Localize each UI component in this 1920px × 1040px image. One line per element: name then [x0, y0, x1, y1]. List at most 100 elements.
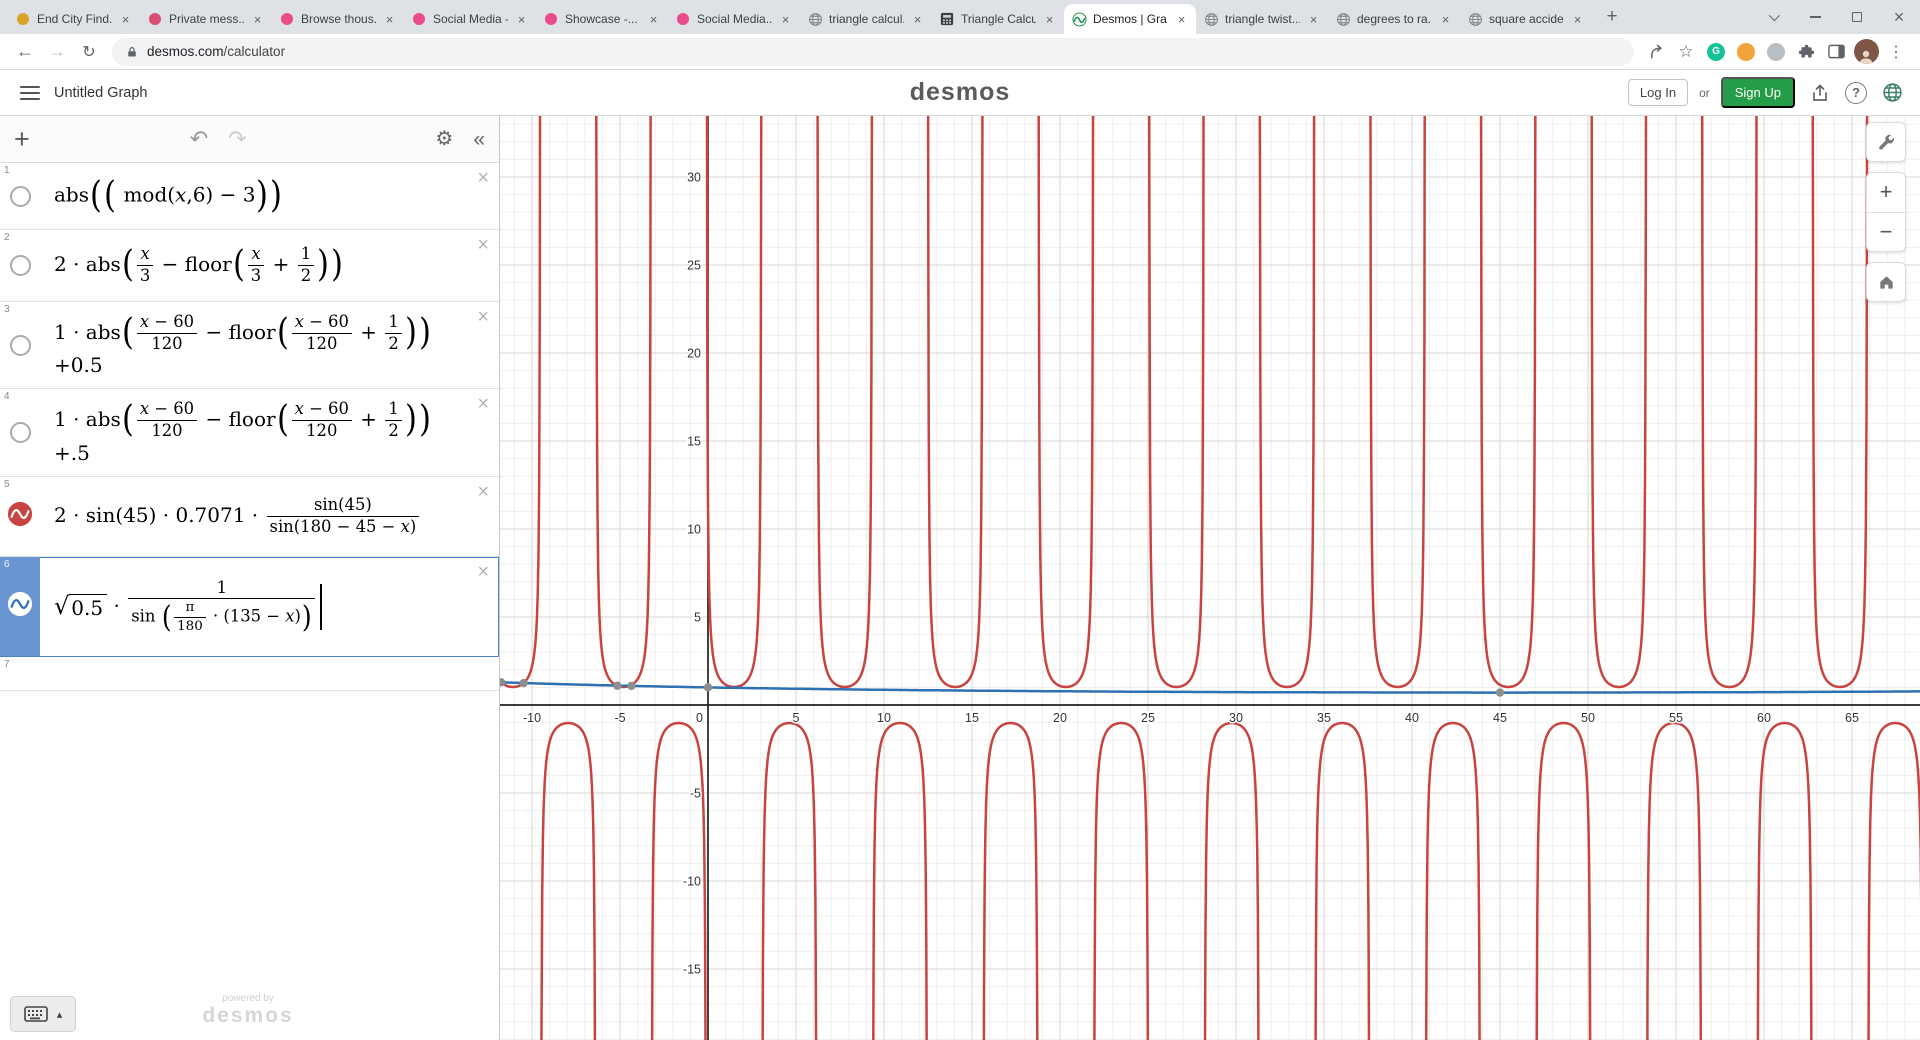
tab-close-icon[interactable] — [910, 12, 925, 27]
tab-close-icon[interactable] — [1174, 12, 1189, 27]
delete-expression-icon[interactable] — [477, 394, 489, 414]
browser-tab[interactable]: square accide... — [1460, 4, 1592, 34]
graph-style-icon[interactable] — [7, 591, 33, 622]
delete-expression-icon[interactable] — [477, 307, 489, 327]
tab-close-icon[interactable] — [514, 12, 529, 27]
expression-row[interactable]: 7 — [0, 657, 499, 691]
undo-icon[interactable] — [190, 128, 208, 150]
close-button[interactable] — [1878, 0, 1920, 34]
browser-tab[interactable]: Private mess... — [140, 4, 272, 34]
browser-tab[interactable]: Showcase -... — [536, 4, 668, 34]
delete-expression-icon[interactable] — [477, 482, 489, 502]
expression-gutter[interactable]: 6 — [0, 557, 40, 656]
hidden-graph-circle-icon[interactable] — [10, 255, 31, 276]
hidden-graph-circle-icon[interactable] — [10, 422, 31, 443]
browser-tab[interactable]: triangle calcul... — [800, 4, 932, 34]
tab-close-icon[interactable] — [382, 12, 397, 27]
tab-close-icon[interactable] — [1042, 12, 1057, 27]
graph-settings-wrench-icon[interactable] — [1866, 122, 1906, 162]
language-globe-icon[interactable] — [1878, 79, 1906, 107]
back-button[interactable] — [10, 37, 40, 67]
expression-gutter[interactable]: 2 — [0, 230, 40, 301]
help-icon[interactable] — [1845, 82, 1867, 104]
graph-canvas[interactable]: -10-505101520253035404550556065302520151… — [500, 116, 1920, 1040]
delete-expression-icon[interactable] — [477, 562, 489, 582]
tab-close-icon[interactable] — [1570, 12, 1585, 27]
forward-button[interactable] — [42, 37, 72, 67]
expression-body[interactable]: 2 · abs(x3 − floor(x3 + 12)) — [40, 230, 499, 301]
tab-close-icon[interactable] — [778, 12, 793, 27]
reload-button[interactable] — [74, 37, 104, 67]
redo-icon[interactable] — [228, 128, 246, 150]
expression-gutter[interactable]: 7 — [0, 657, 40, 690]
zoom-out-button[interactable] — [1867, 212, 1905, 251]
share-icon[interactable] — [1642, 38, 1670, 66]
expression-body[interactable]: √0.5 · 1sin (π180 · (135 − x)) — [40, 557, 499, 656]
lock-icon — [126, 45, 138, 59]
graph-style-icon[interactable] — [7, 501, 33, 532]
browser-tab[interactable]: Desmos | Gra... — [1064, 4, 1196, 34]
gray-extension-icon[interactable] — [1762, 38, 1790, 66]
hidden-graph-circle-icon[interactable] — [10, 335, 31, 356]
expression-body[interactable]: 1 · abs(x − 60120 − floor(x − 60120 + 12… — [40, 389, 499, 476]
address-bar[interactable]: desmos.com/calculator — [112, 38, 1634, 66]
add-expression-button[interactable] — [14, 126, 30, 153]
expression-body[interactable] — [40, 657, 499, 690]
expression-gutter[interactable]: 4 — [0, 389, 40, 476]
login-button[interactable]: Log In — [1628, 79, 1688, 106]
keyboard-toggle-button[interactable] — [10, 996, 76, 1032]
browser-tab[interactable]: triangle twist... — [1196, 4, 1328, 34]
graph-settings-gear-icon[interactable] — [435, 129, 453, 149]
main-menu-icon[interactable] — [20, 86, 40, 100]
browser-menu-icon[interactable] — [1882, 38, 1910, 66]
default-view-home-button[interactable] — [1866, 262, 1906, 302]
expression-row[interactable]: 52 · sin(45) · 0.7071 · sin(45)sin(180 −… — [0, 477, 499, 557]
browser-tab[interactable]: degrees to ra... — [1328, 4, 1460, 34]
tab-close-icon[interactable] — [250, 12, 265, 27]
hidden-graph-circle-icon[interactable] — [10, 186, 31, 207]
tab-close-icon[interactable] — [1438, 12, 1453, 27]
tab-close-icon[interactable] — [646, 12, 661, 27]
expression-body[interactable]: 2 · sin(45) · 0.7071 · sin(45)sin(180 − … — [40, 477, 499, 556]
zoom-in-button[interactable] — [1867, 173, 1905, 212]
browser-tab[interactable]: Browse thous... — [272, 4, 404, 34]
tab-close-icon[interactable] — [1306, 12, 1321, 27]
browser-tab[interactable]: Triangle Calcu... — [932, 4, 1064, 34]
orange-extension-icon[interactable] — [1732, 38, 1760, 66]
expression-row[interactable]: 41 · abs(x − 60120 − floor(x − 60120 + 1… — [0, 389, 499, 477]
tab-favicon-icon — [411, 11, 427, 27]
maximize-button[interactable] — [1836, 0, 1878, 34]
browser-tab[interactable]: End City Find... — [8, 4, 140, 34]
expression-gutter[interactable]: 1 — [0, 163, 40, 229]
expression-row[interactable]: 22 · abs(x3 − floor(x3 + 12)) — [0, 230, 499, 302]
expression-gutter[interactable]: 5 — [0, 477, 40, 556]
tab-title: square accide... — [1489, 12, 1564, 26]
graph-paper[interactable]: -10-505101520253035404550556065302520151… — [500, 116, 1920, 1040]
new-tab-button[interactable] — [1598, 3, 1626, 31]
expression-row[interactable]: 1abs(( mod(x,6) − 3)) — [0, 163, 499, 230]
tab-search-caret-icon[interactable] — [1752, 0, 1794, 34]
signup-button[interactable]: Sign Up — [1721, 77, 1795, 108]
grammarly-extension-icon[interactable]: G — [1702, 38, 1730, 66]
export-share-icon[interactable] — [1806, 79, 1834, 107]
expression-row[interactable]: 31 · abs(x − 60120 − floor(x − 60120 + 1… — [0, 302, 499, 389]
expression-body[interactable]: 1 · abs(x − 60120 − floor(x − 60120 + 12… — [40, 302, 499, 388]
browser-tab[interactable]: Social Media -... — [404, 4, 536, 34]
side-panel-icon[interactable] — [1822, 38, 1850, 66]
tab-title: triangle calcul... — [829, 12, 904, 26]
delete-expression-icon[interactable] — [477, 235, 489, 255]
expression-gutter[interactable]: 3 — [0, 302, 40, 388]
extensions-puzzle-icon[interactable] — [1792, 38, 1820, 66]
graph-title[interactable]: Untitled Graph — [54, 85, 148, 101]
tab-favicon-icon — [543, 11, 559, 27]
tab-close-icon[interactable] — [118, 12, 133, 27]
profile-avatar[interactable] — [1852, 38, 1880, 66]
expression-body[interactable]: abs(( mod(x,6) − 3)) — [40, 163, 499, 229]
delete-expression-icon[interactable] — [477, 168, 489, 188]
collapse-panel-icon[interactable] — [473, 129, 485, 150]
expression-row[interactable]: 6√0.5 · 1sin (π180 · (135 − x)) — [0, 557, 499, 657]
browser-tab[interactable]: Social Media... — [668, 4, 800, 34]
bookmark-star-icon[interactable] — [1672, 38, 1700, 66]
tab-strip-tabs: End City Find... Private mess... Browse … — [8, 0, 1592, 34]
minimize-button[interactable] — [1794, 0, 1836, 34]
